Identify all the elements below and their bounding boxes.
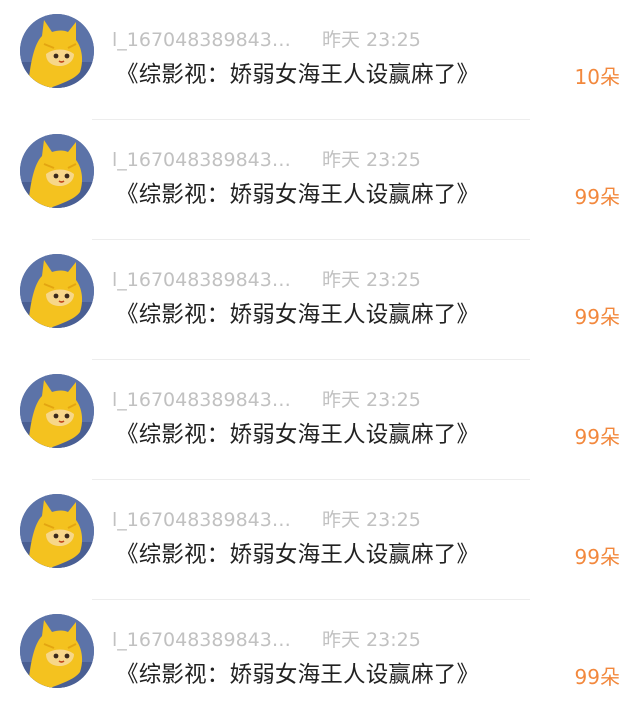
flower-count: 99朵 xyxy=(574,185,620,209)
timestamp: 昨天 23:25 xyxy=(322,389,421,411)
flower-count: 99朵 xyxy=(574,305,620,329)
username[interactable]: l_167048389843… xyxy=(112,386,291,414)
item-meta: l_167048389843… 昨天 23:25 xyxy=(112,146,421,174)
timestamp: 昨天 23:25 xyxy=(322,149,421,171)
book-title[interactable]: 《综影视：娇弱女海王人设赢麻了》 xyxy=(116,178,479,212)
list-item[interactable]: l_167048389843… 昨天 23:25 《综影视：娇弱女海王人设赢麻了… xyxy=(0,240,640,360)
username[interactable]: l_167048389843… xyxy=(112,146,291,174)
timestamp: 昨天 23:25 xyxy=(322,29,421,51)
item-meta: l_167048389843… 昨天 23:25 xyxy=(112,266,421,294)
username[interactable]: l_167048389843… xyxy=(112,626,291,654)
avatar[interactable] xyxy=(20,134,94,208)
list-item[interactable]: l_167048389843… 昨天 23:25 《综影视：娇弱女海王人设赢麻了… xyxy=(0,360,640,480)
book-title[interactable]: 《综影视：娇弱女海王人设赢麻了》 xyxy=(116,58,479,92)
cat-avatar-icon xyxy=(20,494,94,568)
flower-count: 99朵 xyxy=(574,665,620,689)
avatar[interactable] xyxy=(20,14,94,88)
cat-avatar-icon xyxy=(20,134,94,208)
item-meta: l_167048389843… 昨天 23:25 xyxy=(112,506,421,534)
username[interactable]: l_167048389843… xyxy=(112,26,291,54)
item-meta: l_167048389843… 昨天 23:25 xyxy=(112,26,421,54)
username[interactable]: l_167048389843… xyxy=(112,506,291,534)
gift-record-list: l_167048389843… 昨天 23:25 《综影视：娇弱女海王人设赢麻了… xyxy=(0,0,640,714)
list-item[interactable]: l_167048389843… 昨天 23:25 《综影视：娇弱女海王人设赢麻了… xyxy=(0,0,640,120)
cat-avatar-icon xyxy=(20,614,94,688)
cat-avatar-icon xyxy=(20,14,94,88)
avatar[interactable] xyxy=(20,614,94,688)
avatar[interactable] xyxy=(20,254,94,328)
timestamp: 昨天 23:25 xyxy=(322,629,421,651)
username[interactable]: l_167048389843… xyxy=(112,266,291,294)
item-meta: l_167048389843… 昨天 23:25 xyxy=(112,386,421,414)
timestamp: 昨天 23:25 xyxy=(322,509,421,531)
flower-count: 99朵 xyxy=(574,425,620,449)
book-title[interactable]: 《综影视：娇弱女海王人设赢麻了》 xyxy=(116,418,479,452)
item-meta: l_167048389843… 昨天 23:25 xyxy=(112,626,421,654)
book-title[interactable]: 《综影视：娇弱女海王人设赢麻了》 xyxy=(116,538,479,572)
list-item[interactable]: l_167048389843… 昨天 23:25 《综影视：娇弱女海王人设赢麻了… xyxy=(0,120,640,240)
cat-avatar-icon xyxy=(20,254,94,328)
flower-count: 10朵 xyxy=(574,65,620,89)
flower-count: 99朵 xyxy=(574,545,620,569)
book-title[interactable]: 《综影视：娇弱女海王人设赢麻了》 xyxy=(116,298,479,332)
avatar[interactable] xyxy=(20,374,94,448)
avatar[interactable] xyxy=(20,494,94,568)
list-item[interactable]: l_167048389843… 昨天 23:25 《综影视：娇弱女海王人设赢麻了… xyxy=(0,480,640,600)
timestamp: 昨天 23:25 xyxy=(322,269,421,291)
list-item[interactable]: l_167048389843… 昨天 23:25 《综影视：娇弱女海王人设赢麻了… xyxy=(0,600,640,720)
book-title[interactable]: 《综影视：娇弱女海王人设赢麻了》 xyxy=(116,658,479,692)
cat-avatar-icon xyxy=(20,374,94,448)
